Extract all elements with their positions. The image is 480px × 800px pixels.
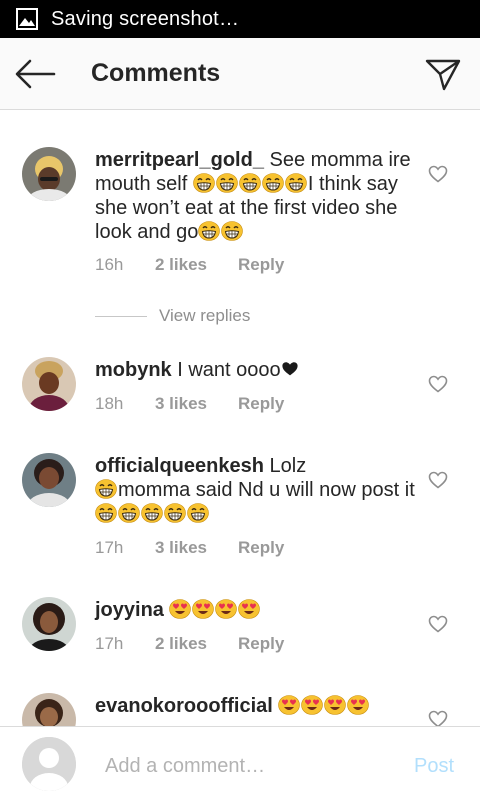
comment-meta: 17h 2 likes Reply bbox=[95, 634, 284, 654]
heart-eyes-emoji-icon bbox=[238, 599, 260, 619]
comments-list[interactable]: merritpearl_gold_ See momma ire mouth se… bbox=[0, 110, 480, 726]
grinning-emoji-icon bbox=[118, 503, 140, 523]
status-bar: Saving screenshot… bbox=[0, 0, 480, 38]
arrow-left-icon[interactable] bbox=[14, 58, 56, 90]
avatar[interactable] bbox=[22, 357, 76, 411]
heart-eyes-emoji-icon bbox=[192, 599, 214, 619]
heart-eyes-emoji-icon bbox=[347, 695, 369, 715]
comment-time: 17h bbox=[95, 634, 124, 653]
divider bbox=[95, 315, 147, 317]
comment-text: officialqueenkesh Lolz momma said Nd u wi… bbox=[95, 454, 420, 526]
view-replies-label[interactable]: View replies bbox=[159, 306, 250, 326]
direct-send-icon[interactable] bbox=[424, 55, 462, 93]
heart-icon[interactable] bbox=[428, 710, 448, 726]
comment-likes[interactable]: 2 likes bbox=[155, 255, 238, 275]
comment-text: joyyina bbox=[95, 598, 420, 622]
post-button[interactable]: Post bbox=[414, 755, 454, 778]
comment-meta: 17h 3 likes Reply bbox=[95, 538, 284, 558]
grinning-emoji-icon bbox=[164, 503, 186, 523]
grinning-emoji-icon bbox=[141, 503, 163, 523]
grinning-emoji-icon bbox=[216, 173, 238, 193]
grinning-emoji-icon bbox=[95, 479, 117, 499]
comment-meta: 16h 2 likes Reply bbox=[95, 255, 284, 275]
grinning-emoji-icon bbox=[187, 503, 209, 523]
app-bar: Comments bbox=[0, 38, 480, 110]
comment-username[interactable]: mobynk bbox=[95, 359, 172, 381]
heart-eyes-emoji-icon bbox=[215, 599, 237, 619]
heart-icon[interactable] bbox=[428, 375, 448, 393]
reply-button[interactable]: Reply bbox=[238, 394, 284, 414]
grinning-emoji-icon bbox=[221, 221, 243, 241]
heart-eyes-emoji-icon bbox=[301, 695, 323, 715]
avatar[interactable] bbox=[22, 147, 76, 201]
heart-eyes-emoji-icon bbox=[278, 695, 300, 715]
grinning-emoji-icon bbox=[193, 173, 215, 193]
heart-icon[interactable] bbox=[428, 615, 448, 633]
image-icon bbox=[16, 8, 38, 30]
comment-composer: Post bbox=[0, 726, 480, 800]
heart-eyes-emoji-icon bbox=[169, 599, 191, 619]
page-title: Comments bbox=[91, 59, 221, 87]
grinning-emoji-icon bbox=[239, 173, 261, 193]
comment-time: 17h bbox=[95, 538, 124, 557]
comment-meta: 18h 3 likes Reply bbox=[95, 394, 284, 414]
heart-eyes-emoji-icon bbox=[324, 695, 346, 715]
status-text: Saving screenshot… bbox=[51, 7, 240, 30]
avatar bbox=[22, 737, 76, 791]
comment-text: mobynk I want oooo bbox=[95, 358, 420, 382]
grinning-emoji-icon bbox=[262, 173, 284, 193]
heart-icon[interactable] bbox=[428, 471, 448, 489]
grinning-emoji-icon bbox=[285, 173, 307, 193]
comment-likes[interactable]: 2 likes bbox=[155, 634, 238, 654]
reply-button[interactable]: Reply bbox=[238, 634, 284, 654]
comment-likes[interactable]: 3 likes bbox=[155, 394, 238, 414]
comment-username[interactable]: merritpearl_gold_ bbox=[95, 149, 264, 171]
grinning-emoji-icon bbox=[95, 503, 117, 523]
comment-time: 18h bbox=[95, 394, 124, 413]
comment-text: evanokorooofficial bbox=[95, 694, 420, 718]
black-heart-icon bbox=[282, 362, 298, 376]
comment-username[interactable]: officialqueenkesh bbox=[95, 455, 264, 477]
comment-username[interactable]: joyyina bbox=[95, 599, 164, 621]
comment-likes[interactable]: 3 likes bbox=[155, 538, 238, 558]
avatar[interactable] bbox=[22, 597, 76, 651]
comment-username[interactable]: evanokorooofficial bbox=[95, 695, 273, 717]
comment-text: merritpearl_gold_ See momma ire mouth se… bbox=[95, 149, 411, 243]
reply-button[interactable]: Reply bbox=[238, 255, 284, 275]
comment-input[interactable] bbox=[105, 751, 395, 781]
heart-icon[interactable] bbox=[428, 165, 448, 183]
reply-button[interactable]: Reply bbox=[238, 538, 284, 558]
comment-time: 16h bbox=[95, 255, 124, 274]
grinning-emoji-icon bbox=[198, 221, 220, 241]
view-replies[interactable]: View replies bbox=[95, 306, 250, 326]
avatar[interactable] bbox=[22, 453, 76, 507]
avatar[interactable] bbox=[22, 693, 76, 726]
